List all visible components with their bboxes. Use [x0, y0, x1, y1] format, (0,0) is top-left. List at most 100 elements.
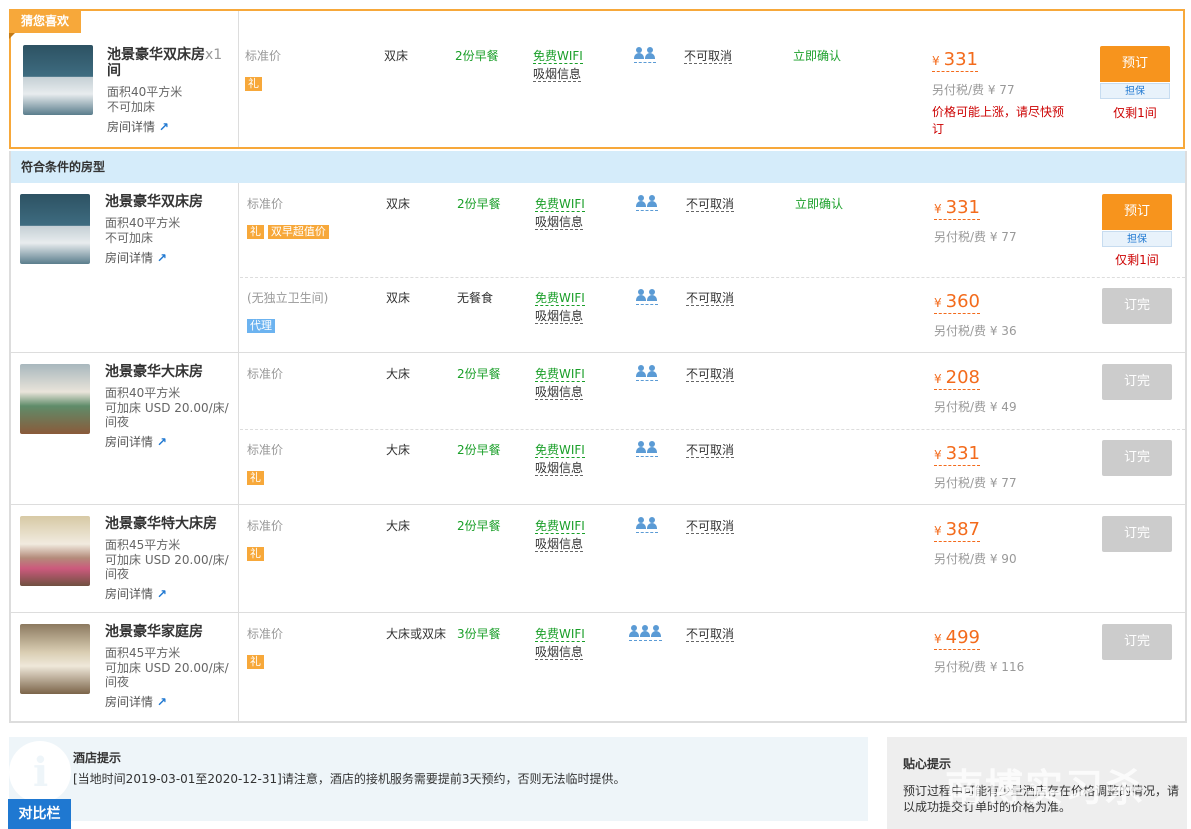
wifi-info[interactable]: 免费WIFI — [535, 627, 585, 642]
breakfast: 2份早餐 — [457, 443, 501, 457]
gift-badge[interactable]: 礼 — [247, 225, 264, 239]
gift-badge[interactable]: 礼 — [247, 547, 264, 561]
wifi-info[interactable]: 免费WIFI — [535, 197, 585, 212]
room-photo[interactable] — [23, 45, 93, 115]
max-guests-icon[interactable] — [634, 47, 656, 63]
room-name[interactable]: 池景豪华家庭房 — [105, 624, 203, 640]
room-name[interactable]: 池景豪华特大床房 — [105, 516, 217, 532]
cancel-policy[interactable]: 不可取消 — [686, 519, 735, 534]
promo-badge[interactable]: 双早超值价 — [267, 225, 329, 239]
price-warning: 价格可能上涨，请尽快预订 — [932, 105, 1065, 136]
room-photo[interactable] — [20, 364, 90, 434]
wifi-info[interactable]: 免费WIFI — [535, 291, 585, 306]
bed-type: 双床 — [386, 197, 411, 211]
cancel-policy[interactable]: 不可取消 — [686, 197, 735, 212]
room-list: 符合条件的房型 池景豪华双床房 面积40平方米 不可加床 房间详情 ↗ 标准价 … — [9, 151, 1187, 723]
room-price: ¥387 — [934, 519, 980, 542]
room-extra-bed: 不可加床 — [105, 231, 154, 245]
room-photo[interactable] — [20, 194, 90, 264]
tax-fee: 另付税/费 ¥ 36 — [934, 324, 1017, 338]
agent-badge[interactable]: 代理 — [247, 319, 275, 333]
room-photo[interactable] — [20, 516, 90, 586]
room-detail-link[interactable]: 房间详情 ↗ — [105, 433, 167, 450]
sold-out-button[interactable]: 订完 — [1102, 288, 1172, 324]
smoking-info[interactable]: 吸烟信息 — [535, 645, 584, 660]
external-arrow-icon: ↗ — [156, 695, 167, 709]
sold-out-button[interactable]: 订完 — [1102, 624, 1172, 660]
room-area: 面积40平方米 — [107, 85, 183, 99]
smoking-info[interactable]: 吸烟信息 — [533, 67, 582, 82]
room-price: ¥331 — [934, 443, 980, 466]
max-guests-icon[interactable] — [636, 365, 658, 381]
book-button[interactable]: 预订 — [1100, 46, 1170, 82]
room-price: ¥499 — [934, 627, 980, 650]
sold-out-button[interactable]: 订完 — [1102, 364, 1172, 400]
confirm-type: 立即确认 — [795, 197, 844, 211]
room-detail-link[interactable]: 房间详情 ↗ — [105, 249, 167, 266]
wifi-info[interactable]: 免费WIFI — [533, 49, 583, 64]
rooms-left: 仅剩1间 — [1113, 106, 1157, 120]
guarantee-tag[interactable]: 担保 — [1100, 83, 1170, 99]
external-arrow-icon: ↗ — [156, 435, 167, 449]
room-detail-link[interactable]: 房间详情 ↗ — [107, 118, 169, 135]
gift-badge[interactable]: 礼 — [247, 471, 264, 485]
room-area: 面积40平方米 — [105, 386, 181, 400]
wifi-info[interactable]: 免费WIFI — [535, 443, 585, 458]
guarantee-tag[interactable]: 担保 — [1102, 231, 1172, 247]
room-detail-link[interactable]: 房间详情 ↗ — [105, 585, 167, 602]
external-arrow-icon: ↗ — [158, 120, 169, 134]
max-guests-icon[interactable] — [636, 289, 658, 305]
external-arrow-icon: ↗ — [156, 251, 167, 265]
compare-bar-button[interactable]: 对比栏 — [8, 799, 71, 829]
cancel-policy[interactable]: 不可取消 — [686, 443, 735, 458]
list-header: 符合条件的房型 — [11, 151, 1185, 183]
cancel-policy[interactable]: 不可取消 — [686, 367, 735, 382]
sold-out-button[interactable]: 订完 — [1102, 440, 1172, 476]
gift-badge[interactable]: 礼 — [245, 77, 262, 91]
room-name[interactable]: 池景豪华双床房x1间 — [107, 47, 231, 79]
room-area: 面积45平方米 — [105, 646, 181, 660]
external-arrow-icon: ↗ — [156, 587, 167, 601]
room-area: 面积40平方米 — [105, 216, 181, 230]
bed-type: 大床或双床 — [386, 627, 447, 641]
wifi-info[interactable]: 免费WIFI — [535, 519, 585, 534]
bed-type: 双床 — [384, 49, 409, 63]
sold-out-button[interactable]: 订完 — [1102, 516, 1172, 552]
breakfast: 2份早餐 — [457, 367, 501, 381]
tax-fee: 另付税/费 ¥ 77 — [934, 230, 1017, 244]
smoking-info[interactable]: 吸烟信息 — [535, 461, 584, 476]
room-photo[interactable] — [20, 624, 90, 694]
bed-type: 大床 — [386, 519, 411, 533]
room-name[interactable]: 池景豪华双床房 — [105, 194, 203, 210]
cancel-policy[interactable]: 不可取消 — [684, 49, 733, 64]
cancel-policy[interactable]: 不可取消 — [686, 291, 735, 306]
room-name[interactable]: 池景豪华大床房 — [105, 364, 203, 380]
recommended-room-card: 猜您喜欢 池景豪华双床房x1间 面积40平方米 不可加床 房间详情 ↗ 标准价 … — [9, 9, 1185, 149]
room-detail-link[interactable]: 房间详情 ↗ — [105, 693, 167, 710]
breakfast: 3份早餐 — [457, 627, 501, 641]
breakfast: 2份早餐 — [455, 49, 499, 63]
rooms-left: 仅剩1间 — [1115, 253, 1159, 267]
recommend-tag: 猜您喜欢 — [9, 9, 82, 39]
max-guests-icon[interactable] — [636, 517, 658, 533]
tax-fee: 另付税/费 ¥ 49 — [934, 400, 1017, 414]
max-guests-icon[interactable] — [629, 625, 662, 641]
max-guests-icon[interactable] — [636, 195, 658, 211]
tax-fee: 另付税/费 ¥ 77 — [932, 83, 1015, 97]
smoking-info[interactable]: 吸烟信息 — [535, 537, 584, 552]
cancel-policy[interactable]: 不可取消 — [686, 627, 735, 642]
care-tip-title: 贴心提示 — [903, 757, 952, 771]
room-price: ¥360 — [934, 291, 980, 314]
smoking-info[interactable]: 吸烟信息 — [535, 385, 584, 400]
wifi-info[interactable]: 免费WIFI — [535, 367, 585, 382]
smoking-info[interactable]: 吸烟信息 — [535, 215, 584, 230]
max-guests-icon[interactable] — [636, 441, 658, 457]
smoking-info[interactable]: 吸烟信息 — [535, 309, 584, 324]
rate-type: 标准价 — [247, 519, 284, 533]
bed-type: 大床 — [386, 367, 411, 381]
gift-badge[interactable]: 礼 — [247, 655, 264, 669]
book-button[interactable]: 预订 — [1102, 194, 1172, 230]
rate-type: 标准价 — [247, 443, 284, 457]
tax-fee: 另付税/费 ¥ 77 — [934, 476, 1017, 490]
rate-type: (无独立卫生间) — [247, 291, 329, 305]
